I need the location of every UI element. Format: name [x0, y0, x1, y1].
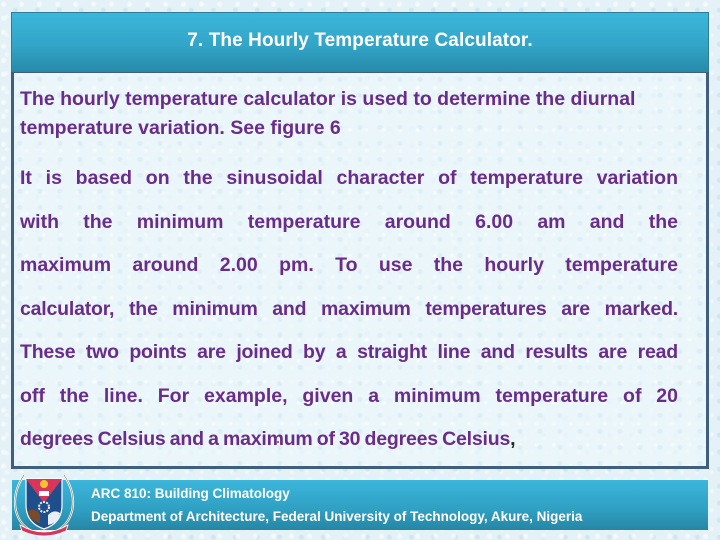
university-crest-icon — [13, 474, 75, 537]
explanation-line-6: off the line. For example, given a minim… — [20, 384, 678, 407]
footer-course: ARC 810: Building Climatology — [91, 486, 290, 501]
footer-institution: Department of Architecture, Federal Univ… — [91, 509, 583, 524]
crest-sun — [40, 480, 48, 488]
slide-title: 7. The Hourly Temperature Calculator. — [187, 29, 533, 51]
explanation-line-7-text: degrees Celsius and a maximum of 30 degr… — [20, 428, 511, 450]
explanation-line-1: It is based on the sinusoidal character … — [20, 167, 678, 189]
intro-line-1: The hourly temperature calculator is use… — [20, 88, 636, 110]
stray-mark — [277, 441, 279, 443]
trailing-comma: , — [510, 428, 516, 450]
explanation-line-3: maximum around 2.00 pm. To use the hourl… — [20, 254, 678, 276]
intro-paragraph: The hourly temperature calculator is use… — [20, 85, 678, 143]
content-box: The hourly temperature calculator is use… — [11, 72, 709, 469]
explanation-line-4: calculator, the minimum and maximum temp… — [20, 297, 678, 320]
footer-bar: ARC 810: Building Climatology Department… — [12, 480, 708, 530]
crest-book — [39, 491, 49, 496]
explanation-line-7: degrees Celsius and a maximum of 30 degr… — [20, 418, 678, 462]
explanation-line-5: These two points are joined by a straigh… — [20, 341, 678, 363]
explanation-paragraph: It is based on the sinusoidal character … — [20, 157, 678, 462]
explanation-line-2: with the minimum temperature around 6.00… — [20, 210, 678, 233]
slide-title-bar: 7. The Hourly Temperature Calculator. — [11, 12, 709, 73]
intro-line-2: temperature variation. See figure 6 — [20, 117, 341, 139]
